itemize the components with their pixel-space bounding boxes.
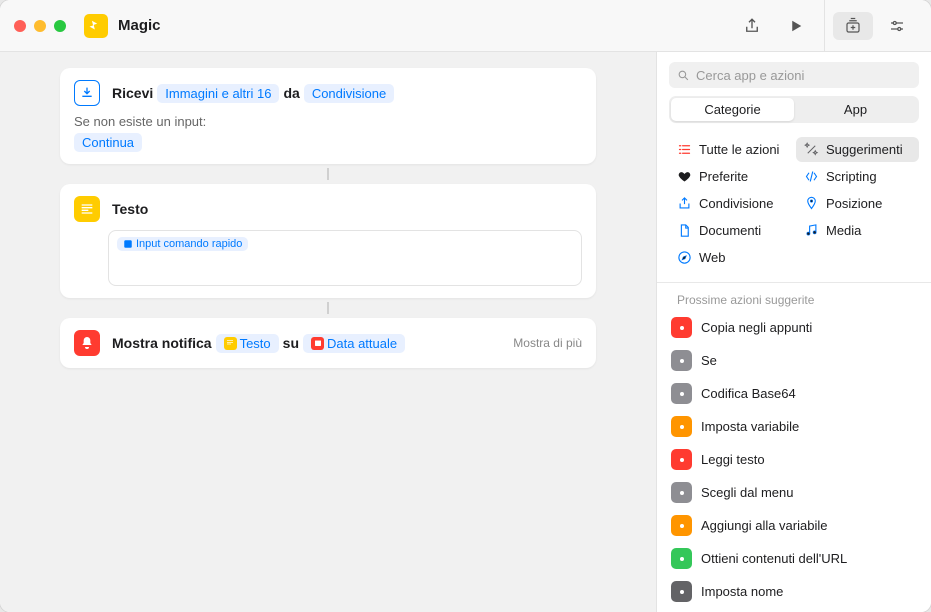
minimize-button[interactable] (34, 20, 46, 32)
shortcut-icon (84, 14, 108, 38)
zoom-button[interactable] (54, 20, 66, 32)
suggestion-imposta-variabile[interactable]: Imposta variabile (657, 410, 931, 443)
notification-action-card[interactable]: Mostra notifica Testo su Data attuale Mo… (60, 318, 596, 368)
action-icon (671, 317, 692, 338)
connector-line (327, 302, 329, 314)
connector-line (327, 168, 329, 180)
input-icon (74, 80, 100, 106)
category-tutte-le-azioni[interactable]: Tutte le azioni (669, 137, 792, 162)
actions-sidebar: Cerca app e azioni Categorie App Tutte l… (656, 52, 931, 612)
share-icon (677, 196, 692, 211)
action-icon (671, 449, 692, 470)
action-icon (671, 350, 692, 371)
doc-icon (677, 223, 692, 238)
action-icon (671, 482, 692, 503)
search-placeholder: Cerca app e azioni (696, 68, 804, 83)
text-card-title: Testo (112, 201, 148, 217)
suggestion-ottieni-contenuti-dell-url[interactable]: Ottieni contenuti dell'URL (657, 542, 931, 575)
text-icon (74, 196, 100, 222)
traffic-lights (14, 20, 66, 32)
notify-title: Mostra notifica (112, 335, 212, 351)
category-condivisione[interactable]: Condivisione (669, 191, 792, 216)
text-field[interactable]: Input comando rapido (108, 230, 582, 286)
action-icon (671, 581, 692, 602)
category-preferite[interactable]: Preferite (669, 164, 792, 189)
receive-label: Ricevi (112, 85, 153, 101)
category-scripting[interactable]: Scripting (796, 164, 919, 189)
action-icon (671, 416, 692, 437)
suggestion-se[interactable]: Se (657, 344, 931, 377)
notify-text-token[interactable]: Testo (216, 334, 279, 353)
bell-icon (74, 330, 100, 356)
input-action-card[interactable]: Ricevi Immagini e altri 16 da Condivisio… (60, 68, 596, 164)
action-icon (671, 383, 692, 404)
input-types-token[interactable]: Immagini e altri 16 (157, 84, 279, 103)
on-label: su (283, 335, 299, 351)
editor-canvas[interactable]: Ricevi Immagini e altri 16 da Condivisio… (0, 52, 656, 612)
text-field-token[interactable]: Input comando rapido (117, 237, 248, 251)
no-input-label: Se non esiste un input: (74, 114, 582, 129)
script-icon (804, 169, 819, 184)
suggestion-imposta-nome[interactable]: Imposta nome (657, 575, 931, 608)
notify-date-token[interactable]: Data attuale (303, 334, 405, 353)
wand-icon (804, 142, 819, 157)
app-window: Magic Ricev (0, 0, 931, 612)
close-button[interactable] (14, 20, 26, 32)
show-more-button[interactable]: Mostra di più (513, 336, 582, 350)
settings-button[interactable] (877, 12, 917, 40)
suggestions-header: Prossime azioni suggerite (657, 283, 931, 311)
category-grid: Tutte le azioniSuggerimentiPreferiteScri… (657, 133, 931, 283)
category-suggerimenti[interactable]: Suggerimenti (796, 137, 919, 162)
tab-categories[interactable]: Categorie (671, 98, 794, 121)
titlebar: Magic (0, 0, 931, 52)
no-input-behavior-token[interactable]: Continua (74, 133, 142, 152)
suggestion-mostra-avviso[interactable]: Mostra avviso (657, 608, 931, 612)
suggestion-copia-negli-appunti[interactable]: Copia negli appunti (657, 311, 931, 344)
suggestion-scegli-dal-menu[interactable]: Scegli dal menu (657, 476, 931, 509)
tab-apps[interactable]: App (794, 98, 917, 121)
suggestions-list: Prossime azioni suggerite Copia negli ap… (657, 283, 931, 612)
search-input[interactable]: Cerca app e azioni (669, 62, 919, 88)
run-button[interactable] (776, 12, 816, 40)
compass-icon (677, 250, 692, 265)
from-label: da (283, 85, 299, 101)
category-documenti[interactable]: Documenti (669, 218, 792, 243)
input-source-token[interactable]: Condivisione (304, 84, 394, 103)
category-web[interactable]: Web (669, 245, 792, 270)
sidebar-tabs: Categorie App (669, 96, 919, 123)
pin-icon (804, 196, 819, 211)
music-icon (804, 223, 819, 238)
suggestion-aggiungi-alla-variabile[interactable]: Aggiungi alla variabile (657, 509, 931, 542)
library-button[interactable] (833, 12, 873, 40)
suggestion-leggi-testo[interactable]: Leggi testo (657, 443, 931, 476)
heart-icon (677, 169, 692, 184)
search-icon (677, 69, 690, 82)
category-media[interactable]: Media (796, 218, 919, 243)
action-icon (671, 548, 692, 569)
suggestion-codifica-base64[interactable]: Codifica Base64 (657, 377, 931, 410)
list-icon (677, 142, 692, 157)
action-icon (671, 515, 692, 536)
text-action-card[interactable]: Testo Input comando rapido (60, 184, 596, 298)
category-posizione[interactable]: Posizione (796, 191, 919, 216)
share-button[interactable] (732, 12, 772, 40)
window-title: Magic (118, 17, 732, 34)
